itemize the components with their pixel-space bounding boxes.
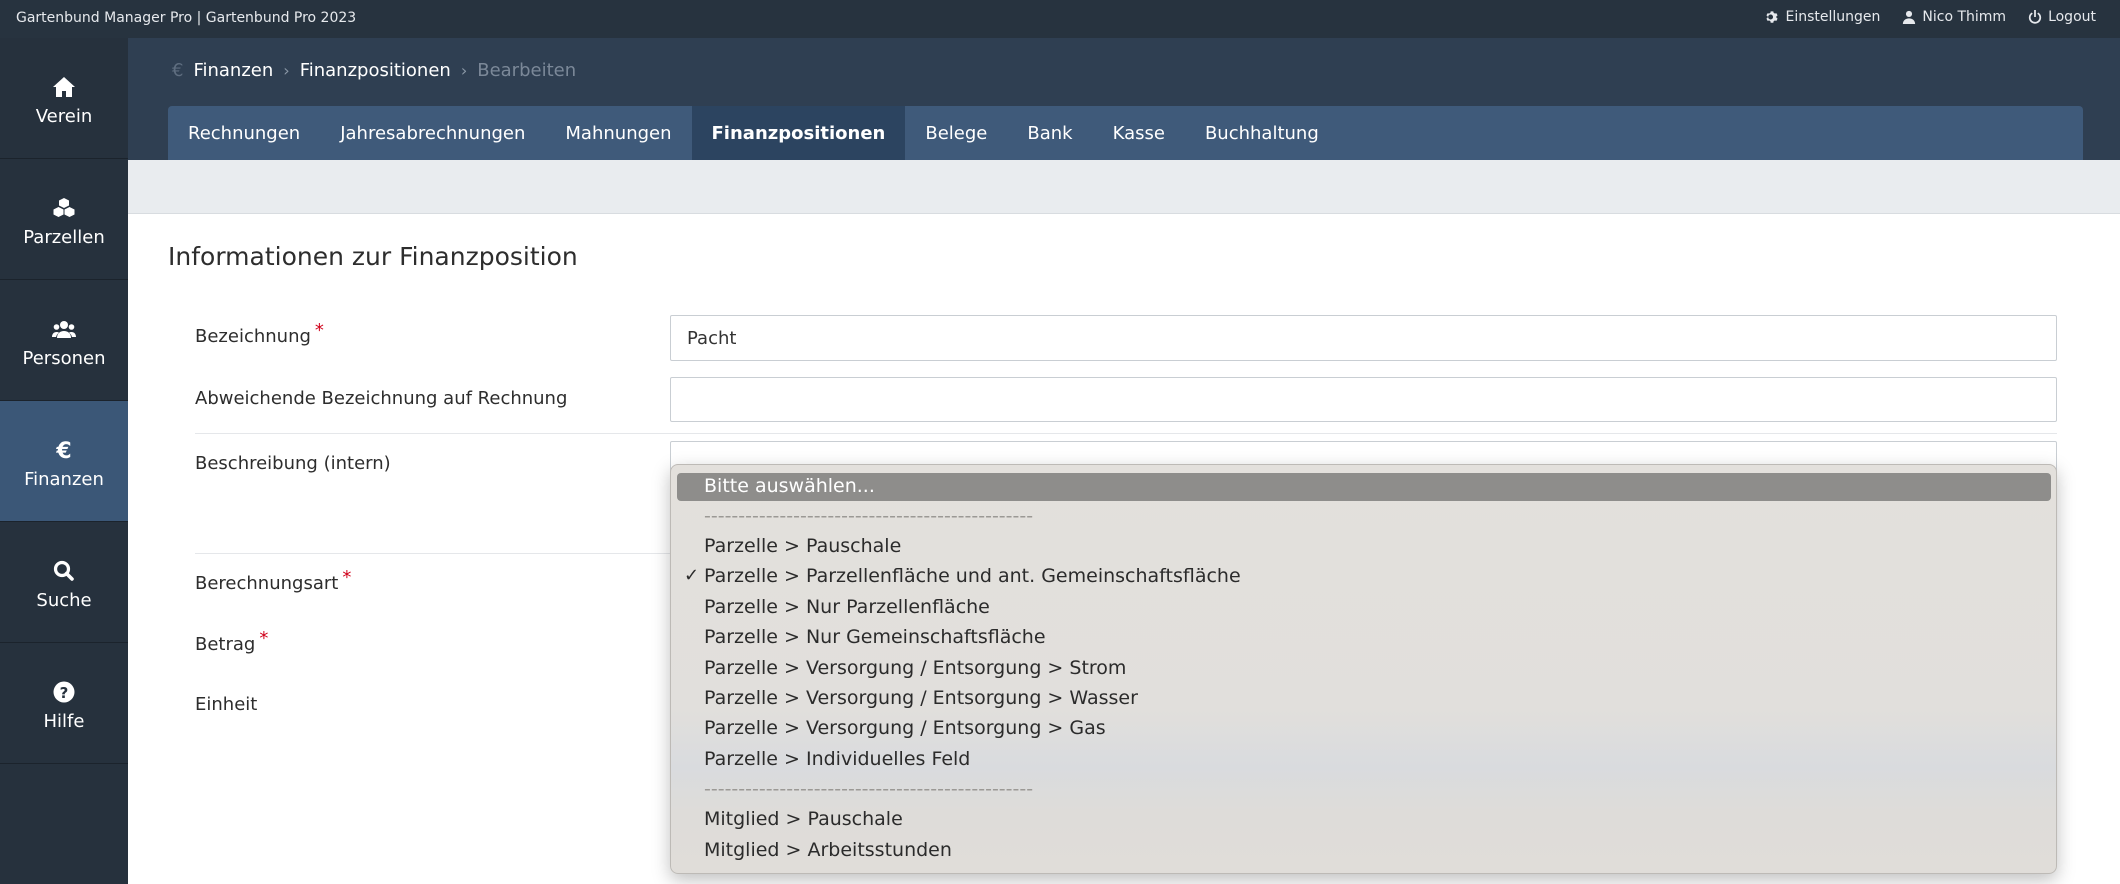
tab-kasse[interactable]: Kasse bbox=[1093, 106, 1185, 160]
sidebar-item-personen[interactable]: Personen bbox=[0, 280, 128, 401]
breadcrumb-item-bearbeiten: Bearbeiten bbox=[477, 60, 577, 81]
search-icon bbox=[53, 560, 74, 581]
euro-icon: € bbox=[55, 439, 71, 461]
chevron-right-icon: › bbox=[283, 61, 290, 80]
dropdown-option[interactable]: Parzelle > Nur Gemeinschaftsfläche bbox=[671, 623, 2058, 653]
logout-link[interactable]: Logout bbox=[2028, 9, 2096, 25]
dropdown-separator: ----------------------------------------… bbox=[704, 778, 1034, 800]
dropdown-option-placeholder[interactable]: Bitte auswählen... bbox=[671, 472, 2058, 502]
berechnungsart-label: Berechnungsart * bbox=[195, 567, 351, 594]
sidebar-item-label: Personen bbox=[22, 348, 106, 369]
required-marker: * bbox=[314, 320, 324, 341]
dropdown-option[interactable]: Mitglied > Arbeitsstunden bbox=[671, 836, 2058, 866]
dropdown-option[interactable]: Parzelle > Versorgung / Entsorgung > Was… bbox=[671, 684, 2058, 714]
checkmark-icon: ✓ bbox=[684, 565, 700, 586]
sidebar-item-finanzen[interactable]: € Finanzen bbox=[0, 401, 128, 522]
bezeichnung-label: Bezeichnung * bbox=[195, 320, 324, 347]
tab-bar: Rechnungen Jahresabrechnungen Mahnungen … bbox=[168, 106, 2083, 160]
sidebar-item-verein[interactable]: Verein bbox=[0, 38, 128, 159]
required-marker: * bbox=[342, 567, 352, 588]
betrag-label-text: Betrag bbox=[195, 634, 256, 655]
tab-buchhaltung[interactable]: Buchhaltung bbox=[1185, 106, 1339, 160]
beschreibung-label: Beschreibung (intern) bbox=[195, 453, 391, 474]
dropdown-option-selected[interactable]: ✓ Parzelle > Parzellenfläche und ant. Gem… bbox=[671, 562, 2058, 592]
required-marker: * bbox=[259, 628, 269, 649]
bezeichnung-input[interactable]: Pacht bbox=[670, 315, 2057, 361]
chevron-right-icon: › bbox=[460, 61, 468, 80]
sidebar-item-label: Parzellen bbox=[23, 227, 105, 248]
abweichende-bezeichnung-input[interactable] bbox=[670, 377, 2057, 422]
sidebar-item-suche[interactable]: Suche bbox=[0, 522, 128, 643]
berechnungsart-dropdown-menu: Bitte auswählen... ---------------------… bbox=[670, 464, 2057, 874]
dropdown-option[interactable]: Parzelle > Versorgung / Entsorgung > Str… bbox=[671, 654, 2058, 684]
sidebar-item-label: Finanzen bbox=[24, 469, 104, 490]
abweichende-bezeichnung-label: Abweichende Bezeichnung auf Rechnung bbox=[195, 388, 568, 409]
tab-mahnungen[interactable]: Mahnungen bbox=[545, 106, 691, 160]
sidebar-item-label: Suche bbox=[36, 590, 92, 611]
user-icon bbox=[1903, 10, 1916, 24]
sidebar-item-label: Hilfe bbox=[43, 711, 85, 732]
breadcrumb-item-finanzen[interactable]: Finanzen bbox=[193, 60, 273, 81]
power-icon bbox=[2028, 10, 2042, 24]
logout-label: Logout bbox=[2048, 9, 2096, 25]
settings-label: Einstellungen bbox=[1785, 9, 1881, 25]
dropdown-option[interactable]: Parzelle > Pauschale bbox=[671, 532, 2058, 562]
berechnungsart-label-text: Berechnungsart bbox=[195, 573, 339, 594]
svg-text:?: ? bbox=[60, 684, 69, 702]
gear-icon bbox=[1766, 11, 1779, 23]
header: € Finanzen › Finanzpositionen › Bearbeit… bbox=[128, 38, 2120, 160]
app-title: Gartenbund Manager Pro | Gartenbund Pro … bbox=[16, 10, 357, 26]
top-bar: Gartenbund Manager Pro | Gartenbund Pro … bbox=[0, 0, 2120, 38]
sidebar: Verein Parzellen Personen € Finanzen Suc… bbox=[0, 38, 128, 884]
dropdown-option[interactable]: Parzelle > Versorgung / Entsorgung > Gas bbox=[671, 714, 2058, 744]
user-name: Nico Thimm bbox=[1922, 9, 2007, 25]
dropdown-option[interactable]: Parzelle > Individuelles Feld bbox=[671, 745, 2058, 775]
tab-jahresabrechnungen[interactable]: Jahresabrechnungen bbox=[320, 106, 545, 160]
tab-bank[interactable]: Bank bbox=[1007, 106, 1092, 160]
tab-rechnungen[interactable]: Rechnungen bbox=[168, 106, 320, 160]
dropdown-option[interactable]: Mitglied > Pauschale bbox=[671, 805, 2058, 835]
euro-icon: € bbox=[172, 60, 184, 81]
toolbar-strip bbox=[128, 160, 2120, 214]
parcels-icon bbox=[53, 198, 75, 217]
tab-belege[interactable]: Belege bbox=[905, 106, 1007, 160]
breadcrumb: € Finanzen › Finanzpositionen › Bearbeit… bbox=[172, 60, 576, 81]
help-icon: ? bbox=[53, 681, 75, 703]
users-icon bbox=[52, 321, 76, 338]
sidebar-item-parzellen[interactable]: Parzellen bbox=[0, 159, 128, 280]
dropdown-separator: ----------------------------------------… bbox=[704, 505, 1034, 527]
einheit-label: Einheit bbox=[195, 694, 258, 715]
top-bar-actions: Einstellungen Nico Thimm Logout bbox=[1765, 9, 2096, 25]
svg-text:€: € bbox=[55, 439, 71, 461]
bezeichnung-label-text: Bezeichnung bbox=[195, 326, 311, 347]
home-icon bbox=[53, 77, 75, 97]
sidebar-item-label: Verein bbox=[35, 106, 93, 127]
user-link[interactable]: Nico Thimm bbox=[1902, 9, 2006, 25]
breadcrumb-item-finanzpositionen[interactable]: Finanzpositionen bbox=[300, 60, 451, 81]
divider bbox=[195, 433, 2057, 434]
sidebar-item-hilfe[interactable]: ? Hilfe bbox=[0, 643, 128, 764]
settings-link[interactable]: Einstellungen bbox=[1765, 9, 1880, 25]
betrag-label: Betrag * bbox=[195, 628, 268, 655]
tab-finanzpositionen[interactable]: Finanzpositionen bbox=[691, 106, 906, 160]
section-title: Informationen zur Finanzposition bbox=[168, 242, 578, 271]
dropdown-option[interactable]: Parzelle > Nur Parzellenfläche bbox=[671, 593, 2058, 623]
